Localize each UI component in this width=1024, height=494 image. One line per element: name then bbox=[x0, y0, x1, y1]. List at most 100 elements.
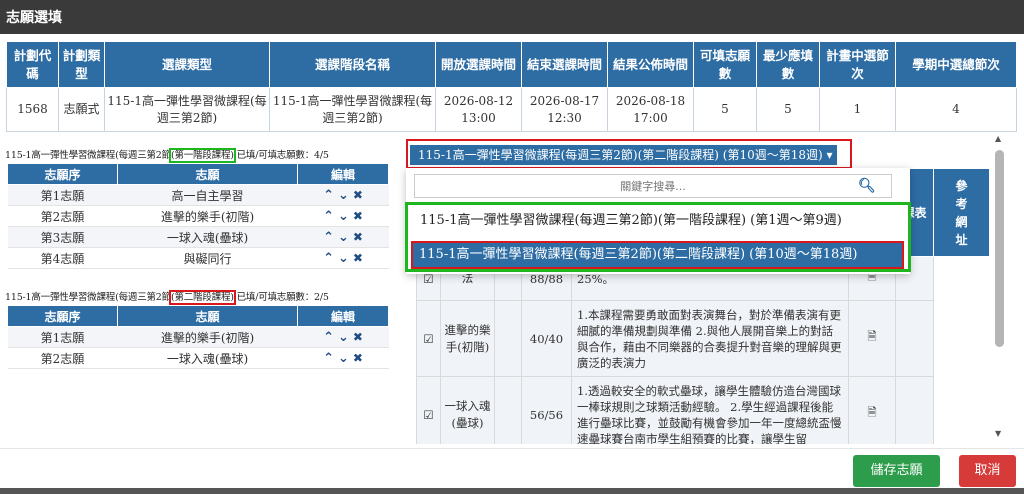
plan-info-header: 可填志願數 bbox=[693, 41, 757, 88]
wish-row: 第2志願 進擊的樂手(初階) ⌃ ⌄ ✖ bbox=[7, 205, 389, 227]
scroll-up-icon[interactable]: ▲ bbox=[995, 134, 1001, 143]
course-cell bbox=[494, 300, 522, 377]
course-row: ☑ 進擊的樂手(初階) 40/40 1.本課程需要勇敢面對表演舞台，對於準備表演有更細… bbox=[416, 300, 990, 377]
save-wish-button[interactable]: 儲存志願 bbox=[853, 455, 940, 487]
plan-info-cell: 5 bbox=[756, 87, 820, 132]
delete-icon[interactable]: ✖ bbox=[353, 209, 363, 223]
delete-icon[interactable]: ✖ bbox=[353, 230, 363, 244]
plan-info-cell: 4 bbox=[895, 87, 1017, 132]
course-description: 1.本課程需要勇敢面對表演舞台，對於準備表演有更細膩的準備規劃與準備 2.與他人… bbox=[571, 300, 849, 377]
course-name: 一球入魂(壘球) bbox=[440, 376, 495, 444]
move-down-icon[interactable]: ⌄ bbox=[338, 230, 349, 245]
wish-name: 一球入魂(壘球) bbox=[117, 226, 298, 248]
section2-phase: (第二階段課程) bbox=[168, 290, 236, 305]
cancel-button[interactable]: 取消 bbox=[959, 455, 1016, 487]
reference-cell bbox=[895, 300, 935, 377]
plan-info-cell: 2026-08-17 12:30 bbox=[521, 87, 608, 132]
col-edit: 編輯 bbox=[297, 305, 389, 327]
section2-count: 已填/可填志願數：2/5 bbox=[233, 292, 329, 303]
plan-info-row: 1568 志願式 115-1高一彈性學習微課程(每週三第2節) 115-1高一彈性學習… bbox=[6, 87, 1017, 132]
plan-info-header: 選課類型 bbox=[104, 41, 270, 88]
course-description: 1.透過較安全的軟式壘球，讓學生體驗仿造台灣國球一棒球規則之球類活動經驗。 2.… bbox=[571, 376, 849, 444]
wish-order: 第1志願 bbox=[7, 184, 118, 206]
schedule-doc-icon[interactable]: 🗎︎ bbox=[847, 300, 897, 377]
wish-dialog: 志願選填 計劃代碼 計劃類型 選課類型 選課階段名稱 開放選課時間 結束選課時間 結果公佈時… bbox=[0, 0, 1024, 494]
move-up-icon[interactable]: ⌃ bbox=[323, 330, 334, 345]
plan-info-cell: 115-1高一彈性學習微課程(每週三第2節) bbox=[104, 87, 270, 132]
col-wish: 志願 bbox=[117, 305, 298, 327]
col-reference: 參考網址 bbox=[933, 168, 989, 257]
keyword-search-input[interactable] bbox=[414, 174, 892, 198]
section1-course: 115-1高一彈性學習微課程(每週三第2節 bbox=[5, 150, 171, 161]
wish-actions: ⌃ ⌄ ✖ bbox=[297, 205, 389, 227]
plan-info-header: 計劃類型 bbox=[58, 41, 105, 88]
wish-actions: ⌃ ⌄ ✖ bbox=[297, 247, 389, 269]
plan-info-cell: 2026-08-18 17:00 bbox=[607, 87, 694, 132]
plan-info-header: 計劃代碼 bbox=[6, 41, 59, 88]
col-order: 志願序 bbox=[7, 163, 118, 185]
plan-info-cell: 2026-08-12 13:00 bbox=[435, 87, 522, 132]
delete-icon[interactable]: ✖ bbox=[353, 188, 363, 202]
delete-icon[interactable]: ✖ bbox=[353, 330, 363, 344]
move-up-icon[interactable]: ⌃ bbox=[323, 230, 334, 245]
wish-row: 第1志願 進擊的樂手(初階) ⌃ ⌄ ✖ bbox=[7, 326, 389, 348]
move-up-icon[interactable]: ⌃ bbox=[323, 209, 334, 224]
option-phase1[interactable]: 115-1高一彈性學習微課程(每週三第2節)(第一階段課程) (第1週～第9週) bbox=[418, 209, 898, 233]
option-phase2[interactable]: 115-1高一彈性學習微課程(每週三第2節)(第二階段課程) (第10週～第18… bbox=[411, 241, 904, 269]
col-wish: 志願 bbox=[117, 163, 298, 185]
col-order: 志願序 bbox=[7, 305, 118, 327]
plan-info-header: 開放選課時間 bbox=[435, 41, 522, 88]
scroll-down-icon[interactable]: ▼ bbox=[995, 429, 1001, 438]
move-up-icon[interactable]: ⌃ bbox=[323, 251, 334, 266]
search-icon[interactable]: 🔍︎ bbox=[858, 178, 876, 194]
course-row: ☑ 一球入魂(壘球) 56/56 1.透過較安全的軟式壘球，讓學生體驗仿造台灣國球一棒… bbox=[416, 376, 990, 444]
plan-info-table: 計劃代碼 計劃類型 選課類型 選課階段名稱 開放選課時間 結束選課時間 結果公佈時間 可填志願… bbox=[6, 41, 1017, 132]
move-up-icon[interactable]: ⌃ bbox=[323, 188, 334, 203]
plan-info-header: 計畫中選節次 bbox=[819, 41, 896, 88]
backdrop-strip bbox=[0, 488, 1024, 494]
wish-name: 與礙同行 bbox=[117, 247, 298, 269]
move-down-icon[interactable]: ⌄ bbox=[338, 251, 349, 266]
plan-info-header: 選課階段名稱 bbox=[269, 41, 436, 88]
stage-select[interactable]: 115-1高一彈性學習微課程(每週三第2節)(第二階段課程) (第10週～第18… bbox=[410, 145, 837, 165]
wish-name: 高一自主學習 bbox=[117, 184, 298, 206]
plan-info-header: 結果公佈時間 bbox=[607, 41, 694, 88]
wish-table-phase1: 志願序 志願 編輯 第1志願 高一自主學習 ⌃ ⌄ ✖ 第2志願 進擊的樂手(初階) ⌃ ⌄ ✖ 第… bbox=[7, 163, 389, 269]
wish-name: 進擊的樂手(初階) bbox=[117, 326, 298, 348]
schedule-doc-icon[interactable]: 🗎︎ bbox=[847, 376, 897, 444]
wish-order: 第3志願 bbox=[7, 226, 118, 248]
delete-icon[interactable]: ✖ bbox=[353, 251, 363, 265]
course-checkbox[interactable]: ☑ bbox=[416, 376, 441, 444]
move-down-icon[interactable]: ⌄ bbox=[338, 330, 349, 345]
plan-info-header: 結束選課時間 bbox=[521, 41, 608, 88]
wish-row: 第2志願 一球入魂(壘球) ⌃ ⌄ ✖ bbox=[7, 347, 389, 369]
move-down-icon[interactable]: ⌄ bbox=[338, 188, 349, 203]
plan-info-header-row: 計劃代碼 計劃類型 選課類型 選課階段名稱 開放選課時間 結束選課時間 結果公佈時間 可填志願… bbox=[6, 41, 1017, 88]
move-down-icon[interactable]: ⌄ bbox=[338, 351, 349, 366]
scrollbar-thumb[interactable] bbox=[995, 150, 1004, 347]
dialog-header: 志願選填 bbox=[0, 0, 1024, 34]
plan-info-cell: 115-1高一彈性學習微課程(每週三第2節) bbox=[269, 87, 436, 132]
plan-info-cell: 1 bbox=[819, 87, 896, 132]
wish-order: 第2志願 bbox=[7, 347, 118, 369]
section2-label: 115-1高一彈性學習微課程(每週三第2節(第二階段課程) 已填/可填志願數：2… bbox=[5, 289, 329, 305]
stage-dropdown: 🔍︎ 115-1高一彈性學習微課程(每週三第2節)(第一階段課程) (第1週～第… bbox=[405, 168, 911, 274]
plan-info-header: 最少應填數 bbox=[756, 41, 820, 88]
delete-icon[interactable]: ✖ bbox=[353, 351, 363, 365]
course-checkbox[interactable]: ☑ bbox=[416, 300, 441, 377]
reference-cell bbox=[895, 376, 935, 444]
wish-order: 第4志願 bbox=[7, 247, 118, 269]
wish-row: 第1志願 高一自主學習 ⌃ ⌄ ✖ bbox=[7, 184, 389, 206]
wish-row: 第3志願 一球入魂(壘球) ⌃ ⌄ ✖ bbox=[7, 226, 389, 248]
wish-actions: ⌃ ⌄ ✖ bbox=[297, 347, 389, 369]
footer-divider bbox=[0, 448, 1024, 449]
course-count: 40/40 bbox=[521, 300, 572, 377]
wish-actions: ⌃ ⌄ ✖ bbox=[297, 184, 389, 206]
section1-label: 115-1高一彈性學習微課程(每週三第2節(第一階段課程) 已填/可填志願數：4… bbox=[5, 147, 329, 163]
move-up-icon[interactable]: ⌃ bbox=[323, 351, 334, 366]
plan-info-cell: 志願式 bbox=[58, 87, 105, 132]
wish-order: 第2志願 bbox=[7, 205, 118, 227]
move-down-icon[interactable]: ⌄ bbox=[338, 209, 349, 224]
section1-count: 已填/可填志願數：4/5 bbox=[233, 150, 329, 161]
wish-actions: ⌃ ⌄ ✖ bbox=[297, 226, 389, 248]
